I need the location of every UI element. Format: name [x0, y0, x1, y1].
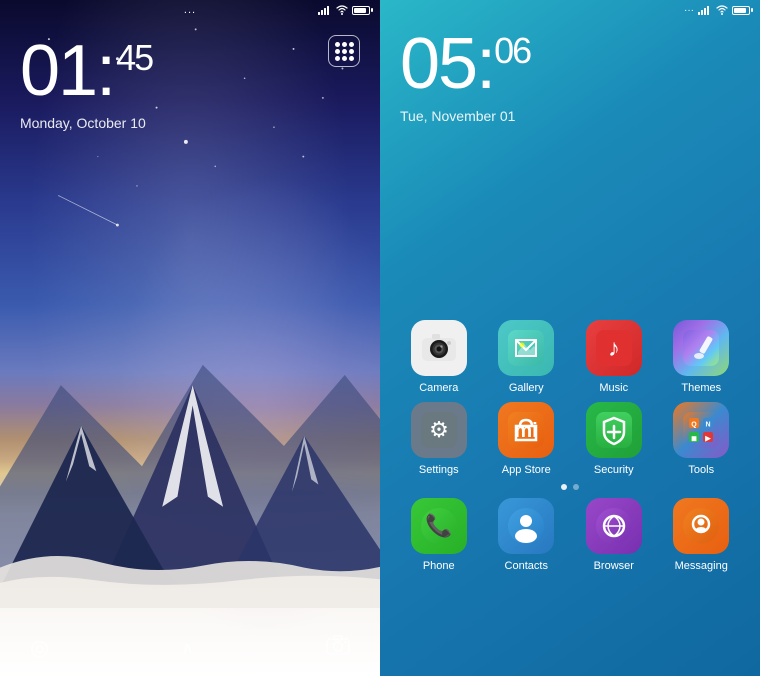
lock-carrier-text: ...: [184, 4, 196, 16]
lock-bottom-bar: ◎ ∧: [0, 635, 380, 661]
app-settings[interactable]: ⚙ Settings: [403, 402, 475, 476]
lock-screen: ... 01:45 Mond: [0, 0, 380, 676]
camera-shortcut-icon: [326, 635, 350, 655]
camera-label: Camera: [419, 382, 458, 394]
app-camera[interactable]: Camera: [403, 320, 475, 394]
wifi-icon: [336, 5, 348, 15]
app-browser[interactable]: Browser: [578, 498, 650, 572]
svg-text:▶: ▶: [705, 436, 712, 443]
svg-text:◼: ◼: [691, 436, 697, 443]
contacts-icon: [498, 498, 554, 554]
messaging-icon: [673, 498, 729, 554]
battery-icon: [352, 6, 370, 15]
page-dot-1: [561, 484, 567, 490]
contacts-label: Contacts: [505, 560, 548, 572]
home-wifi-icon: [716, 5, 728, 15]
app-messaging[interactable]: Messaging: [665, 498, 737, 572]
music-icon: ♪: [586, 320, 642, 376]
lock-swipe-up-icon[interactable]: ∧: [181, 638, 194, 659]
app-music[interactable]: ♪ Music: [578, 320, 650, 394]
home-status-bar: ···: [380, 0, 760, 20]
music-label: Music: [599, 382, 628, 394]
home-battery-icon: [732, 6, 750, 15]
lock-hours: 01: [20, 31, 96, 111]
app-row-2: ⚙ Settings: [395, 402, 745, 476]
appstore-label: App Store: [502, 464, 551, 476]
svg-text:📞: 📞: [425, 511, 453, 538]
home-screen: ··· 05:06 Tue, November 01: [380, 0, 760, 676]
page-dots: [395, 484, 745, 490]
home-status-icons: ···: [684, 5, 750, 16]
app-themes[interactable]: Themes: [665, 320, 737, 394]
home-time-display: 05:06: [400, 28, 760, 100]
lock-time-display: 01:45: [20, 35, 380, 107]
phone-icon: 📞: [411, 498, 467, 554]
lock-status-bar: ...: [0, 0, 380, 20]
app-row-1: Camera: [395, 320, 745, 394]
app-appstore[interactable]: mi App Store: [490, 402, 562, 476]
mountain-decoration: [0, 304, 380, 608]
phone-label: Phone: [423, 560, 455, 572]
app-gallery[interactable]: Gallery: [490, 320, 562, 394]
app-contacts[interactable]: Contacts: [490, 498, 562, 572]
messaging-label: Messaging: [675, 560, 728, 572]
home-date: Tue, November 01: [400, 108, 760, 124]
app-grid: Camera: [380, 320, 760, 580]
home-minutes: 06: [494, 30, 530, 71]
signal-icon: [318, 5, 332, 15]
home-signal-icon: [698, 5, 712, 15]
home-ellipsis: ···: [684, 5, 694, 16]
browser-label: Browser: [594, 560, 634, 572]
svg-text:♪: ♪: [608, 335, 620, 362]
home-time-section: 05:06 Tue, November 01: [380, 28, 760, 124]
lock-status-icons: [318, 5, 370, 15]
settings-label: Settings: [419, 464, 459, 476]
svg-text:N: N: [706, 422, 711, 429]
camera-icon: [411, 320, 467, 376]
security-label: Security: [594, 464, 634, 476]
appstore-icon: mi: [498, 402, 554, 458]
app-security[interactable]: Security: [578, 402, 650, 476]
themes-icon: [673, 320, 729, 376]
home-hours: 05: [400, 24, 476, 104]
settings-icon: ⚙: [411, 402, 467, 458]
svg-text:mi: mi: [515, 420, 538, 442]
lock-time-section: 01:45 Monday, October 10: [0, 35, 380, 131]
lock-camera-icon[interactable]: [326, 635, 350, 661]
page-dot-2: [573, 484, 579, 490]
tools-label: Tools: [688, 464, 714, 476]
lock-minutes: 45: [116, 37, 152, 78]
app-tools[interactable]: Q N ◼ ▶ Tools: [665, 402, 737, 476]
lock-date: Monday, October 10: [20, 115, 380, 131]
svg-text:Q: Q: [692, 422, 698, 429]
themes-label: Themes: [681, 382, 721, 394]
tools-icon: Q N ◼ ▶: [673, 402, 729, 458]
lock-circle-icon[interactable]: ◎: [30, 635, 49, 661]
browser-icon: [586, 498, 642, 554]
app-row-3: 📞 Phone: [395, 498, 745, 572]
app-phone[interactable]: 📞 Phone: [403, 498, 475, 572]
svg-text:⚙: ⚙: [429, 417, 449, 442]
security-icon: [586, 402, 642, 458]
gallery-icon: [498, 320, 554, 376]
gallery-label: Gallery: [509, 382, 544, 394]
